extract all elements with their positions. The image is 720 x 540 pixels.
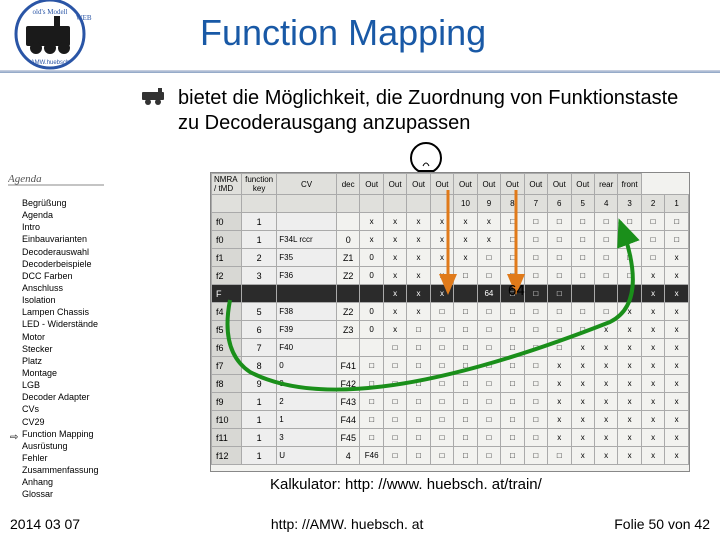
sidebar-item[interactable]: Intro <box>22 221 118 233</box>
current-arrow-icon: ⇨ <box>10 432 18 443</box>
svg-text:WEB: WEB <box>76 14 92 22</box>
annotation-value-64: 64 <box>508 282 525 299</box>
table-row: f121U4F46□□□□□□□□xxxxx <box>212 447 689 465</box>
footer-date: 2014 03 07 <box>10 516 80 532</box>
svg-text:AMW.huebsch: AMW.huebsch <box>31 60 70 66</box>
table-row: f45F38Z20xx□□□□□□□□xxx <box>212 303 689 321</box>
main-bullet: bietet die Möglichkeit, die Zuordnung vo… <box>140 86 700 136</box>
svg-text:old's Modell: old's Modell <box>33 8 68 16</box>
sidebar-item[interactable]: Decoderbeispiele <box>22 258 118 270</box>
calculator-link[interactable]: Kalkulator: http: //www. huebsch. at/tra… <box>270 476 542 493</box>
sidebar-item[interactable]: Begrüßung <box>22 197 118 209</box>
table-row: f912F43□□□□□□□□xxxxxx <box>212 393 689 411</box>
table-row: f01F34L rccr0xxxxxx□□□□□□□□ <box>212 231 689 249</box>
sidebar-item[interactable]: CV29 <box>22 416 118 428</box>
sidebar-item[interactable]: Platz <box>22 355 118 367</box>
sidebar-item[interactable]: Fehler <box>22 452 118 464</box>
table-row: f890F42□□□□□□□□xxxxxx <box>212 375 689 393</box>
table-row: f01xxxxxx□□□□□□□□ <box>212 213 689 231</box>
cv-table: NMRA / tMDfunction keyCVdecOutOutOutOutO… <box>210 172 690 472</box>
sidebar-item[interactable]: Stecker <box>22 343 118 355</box>
sidebar-item[interactable]: DCC Farben <box>22 270 118 282</box>
sidebar-item[interactable]: Ausrüstung <box>22 440 118 452</box>
footer-url[interactable]: http: //AMW. huebsch. at <box>80 516 614 532</box>
table-row: f67F40□□□□□□□□xxxxx <box>212 339 689 357</box>
sidebar-item[interactable]: LED - Widerstände <box>22 318 118 330</box>
table-row: Fxxx64□□□xx <box>212 285 689 303</box>
logo: old's Modell WEB AMW.huebsch <box>6 0 106 72</box>
sidebar-item[interactable]: Zusammenfassung <box>22 464 118 476</box>
footer: 2014 03 07 http: //AMW. huebsch. at Foli… <box>0 516 720 532</box>
table-row: f780F41□□□□□□□□xxxxxx <box>212 357 689 375</box>
title-underline <box>0 70 720 73</box>
sidebar-item[interactable]: Isolation <box>22 294 118 306</box>
sidebar-item[interactable]: Decoderauswahl <box>22 246 118 258</box>
bullet-text: bietet die Möglichkeit, die Zuordnung vo… <box>178 86 700 136</box>
table-row: f1011F44□□□□□□□□xxxxxx <box>212 411 689 429</box>
agenda-sidebar: Agenda BegrüßungAgendaIntroEinbauvariant… <box>8 170 118 501</box>
table-row: f56F39Z30x□□□□□□□□xxxx <box>212 321 689 339</box>
page-title: Function Mapping <box>200 12 486 54</box>
locomotive-icon <box>140 88 168 106</box>
table-row: f12F35Z10xxxx□□□□□□□□x <box>212 249 689 267</box>
sidebar-item[interactable]: CVs <box>22 403 118 415</box>
sidebar-item[interactable]: Decoder Adapter <box>22 391 118 403</box>
sidebar-item[interactable]: Montage <box>22 367 118 379</box>
agenda-header-icon: Agenda <box>8 170 104 186</box>
sidebar-item[interactable]: Agenda <box>22 209 118 221</box>
sidebar-item[interactable]: Motor <box>22 331 118 343</box>
sidebar-item[interactable]: Einbauvarianten <box>22 233 118 245</box>
table-row: f23F36Z20xxx□□□□□□□□xx <box>212 267 689 285</box>
sidebar-item[interactable]: Anhang <box>22 476 118 488</box>
sidebar-item[interactable]: Anschluss <box>22 282 118 294</box>
sidebar-item[interactable]: Function Mapping <box>22 428 118 440</box>
sidebar-item[interactable]: LGB <box>22 379 118 391</box>
sidebar-item[interactable]: Glossar <box>22 488 118 500</box>
footer-page: Folie 50 von 42 <box>614 516 710 532</box>
table-row: f1113F45□□□□□□□□xxxxxx <box>212 429 689 447</box>
svg-text:Agenda: Agenda <box>8 173 42 185</box>
sidebar-item[interactable]: Lampen Chassis <box>22 306 118 318</box>
